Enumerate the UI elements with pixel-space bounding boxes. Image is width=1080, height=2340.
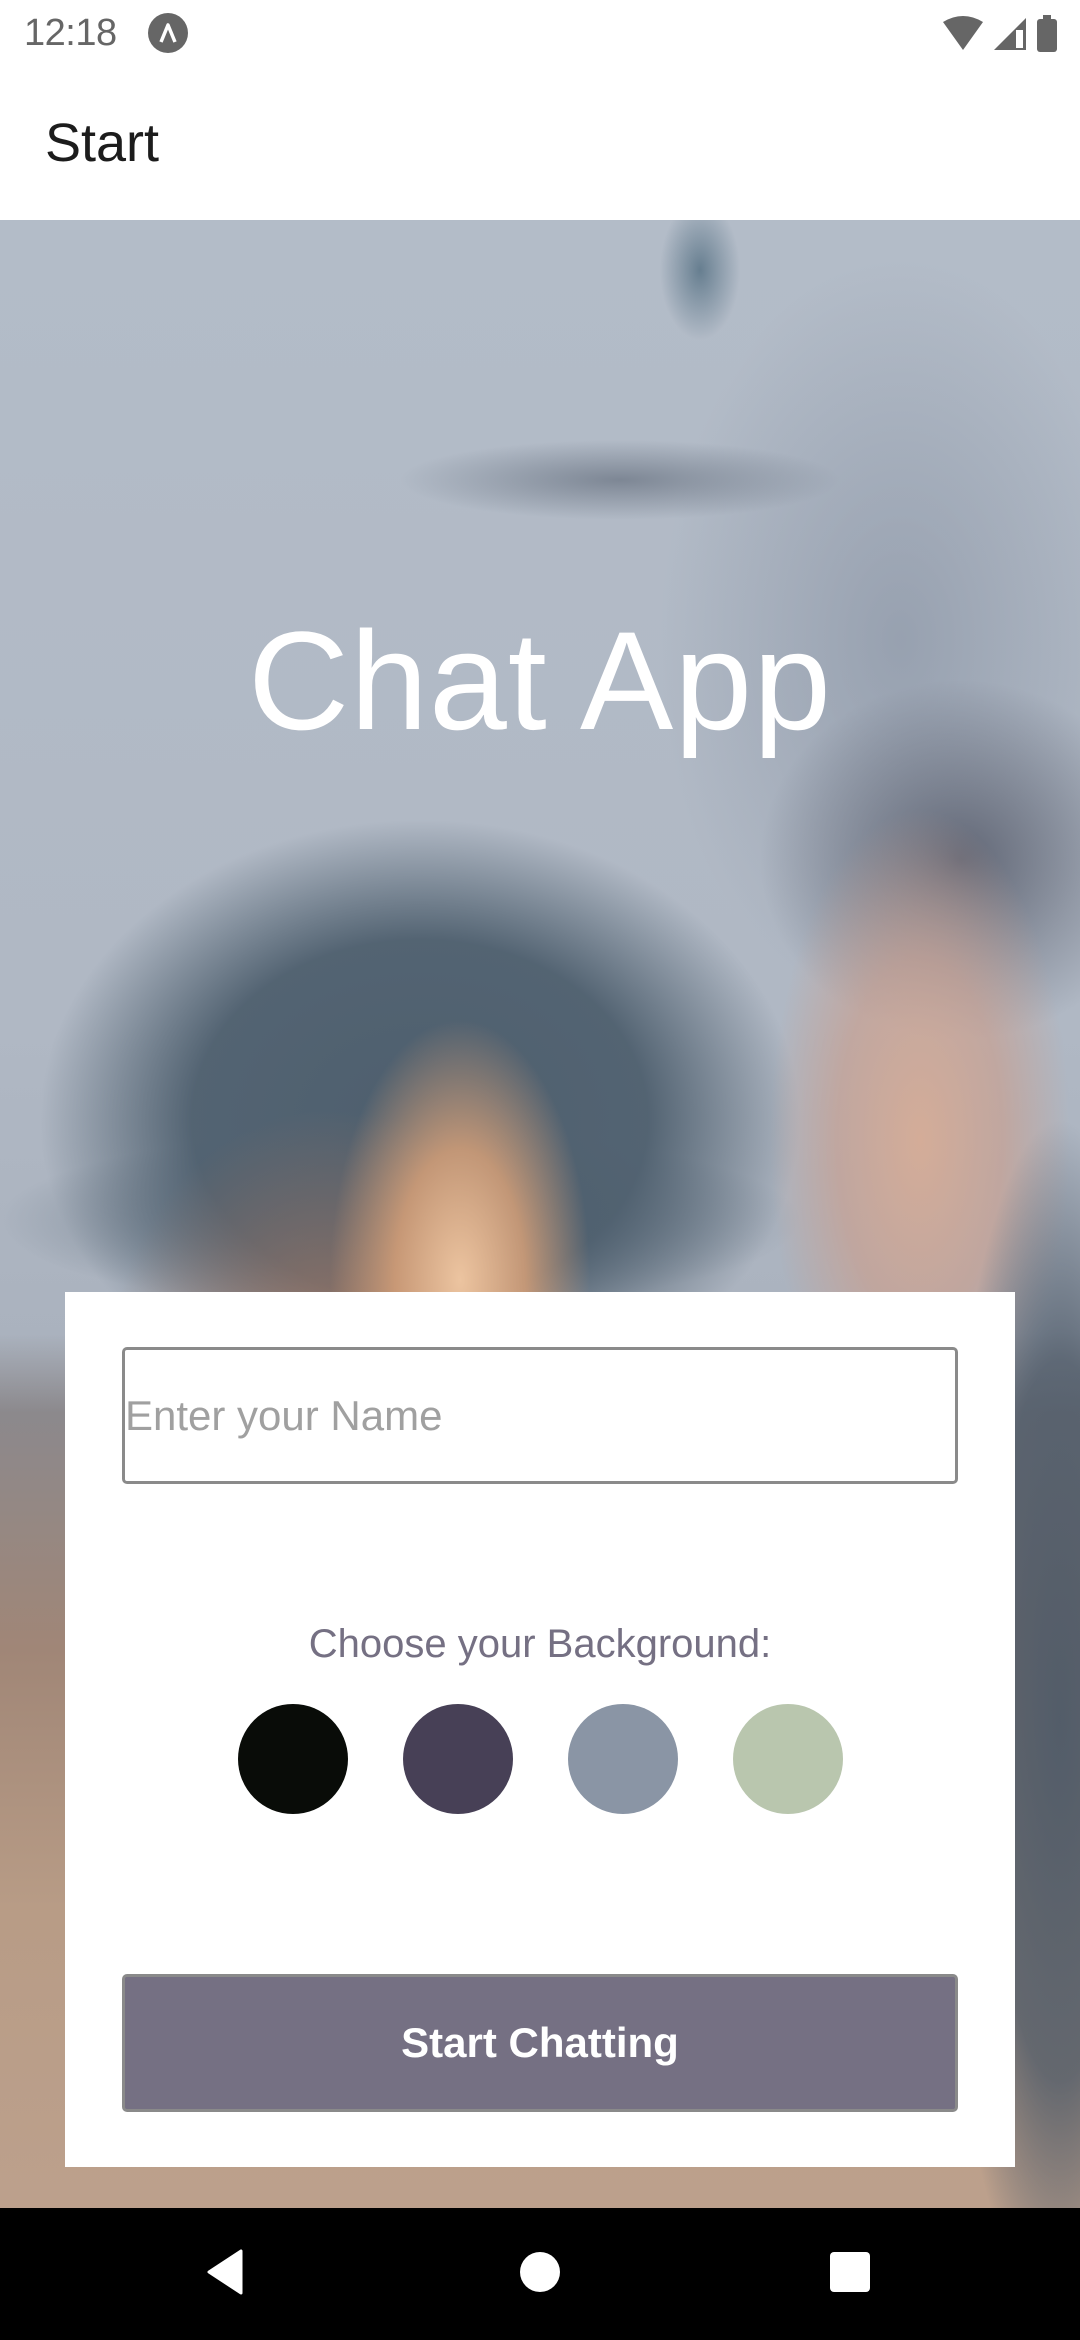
- color-option-blue-gray[interactable]: [568, 1704, 678, 1814]
- home-button[interactable]: [485, 2232, 595, 2316]
- system-navigation-bar: [0, 2208, 1080, 2340]
- header-title: Start: [45, 113, 160, 173]
- name-input[interactable]: [122, 1347, 958, 1484]
- app-title: Chat App: [248, 602, 832, 759]
- app-header: Start: [0, 66, 1080, 220]
- recents-icon: [829, 2251, 871, 2298]
- wifi-icon: [942, 16, 984, 52]
- start-screen: 12:18 Start Chat App Choose your Backgro…: [0, 0, 1080, 2340]
- home-icon: [519, 2251, 561, 2298]
- status-icons: [942, 14, 1058, 54]
- color-option-black[interactable]: [238, 1704, 348, 1814]
- cellular-signal-icon: [992, 16, 1028, 52]
- color-option-green[interactable]: [733, 1704, 843, 1814]
- color-option-purple[interactable]: [403, 1704, 513, 1814]
- background-choice-label: Choose your Background:: [308, 1622, 772, 1666]
- start-chatting-label: Start Chatting: [401, 2019, 679, 2066]
- back-button[interactable]: [170, 2232, 280, 2316]
- start-chatting-button[interactable]: Start Chatting: [122, 1974, 958, 2112]
- expo-caret-icon: [148, 13, 188, 53]
- battery-icon: [1036, 15, 1058, 53]
- recents-button[interactable]: [795, 2232, 905, 2316]
- back-icon: [203, 2249, 247, 2300]
- background-color-options: [238, 1704, 843, 1814]
- status-bar: 12:18: [0, 0, 1080, 66]
- start-card: Choose your Background: Start Chatting: [65, 1292, 1015, 2167]
- status-time: 12:18: [24, 12, 117, 54]
